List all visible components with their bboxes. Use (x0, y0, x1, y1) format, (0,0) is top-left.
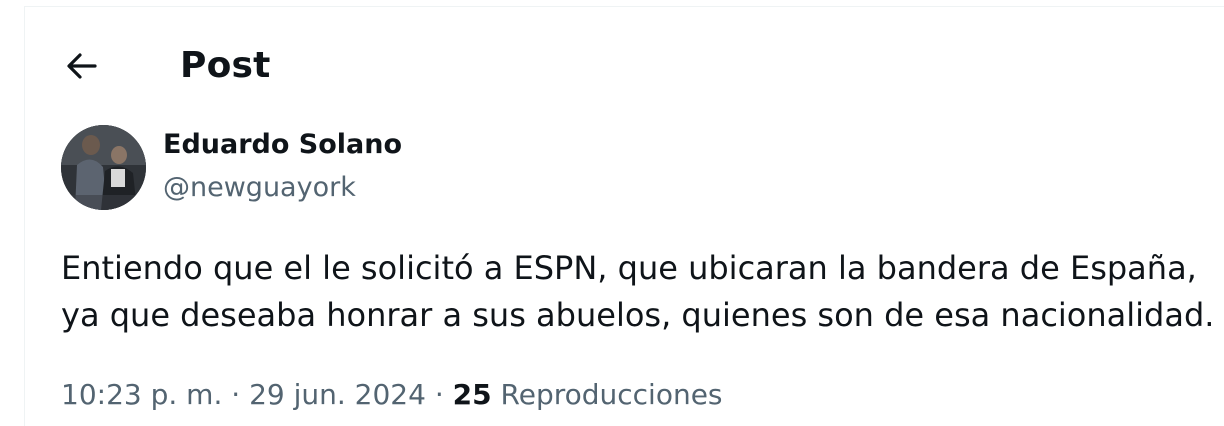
top-divider (24, 6, 1224, 7)
post-text-line: Entiendo que el le solicitó a ESPN, que … (61, 249, 1197, 287)
post-time[interactable]: 10:23 p. m. (61, 378, 222, 411)
views-label: Reproducciones (500, 378, 723, 411)
profile-photo (61, 125, 146, 210)
page-title: Post (180, 45, 271, 86)
author-name[interactable]: Eduardo Solano (163, 127, 402, 163)
back-button[interactable] (60, 46, 104, 86)
post-date[interactable]: 29 jun. 2024 (249, 378, 426, 411)
post-text: Entiendo que el le solicitó a ESPN, que … (61, 245, 1214, 339)
meta-separator: · (231, 378, 241, 411)
left-divider (24, 6, 25, 426)
post-text-line: ya que deseaba honrar a sus abuelos, qui… (61, 296, 1215, 334)
views-count: 25 (452, 378, 492, 411)
author-handle[interactable]: @newguayork (163, 170, 356, 206)
meta-separator: · (434, 378, 444, 411)
post-meta: 10:23 p. m. · 29 jun. 2024 · 25 Reproduc… (61, 376, 723, 414)
arrow-left-icon (67, 53, 97, 79)
post-detail-page: Post Eduardo Solano @newguayork Entiendo… (0, 0, 1224, 426)
avatar[interactable] (61, 125, 146, 210)
